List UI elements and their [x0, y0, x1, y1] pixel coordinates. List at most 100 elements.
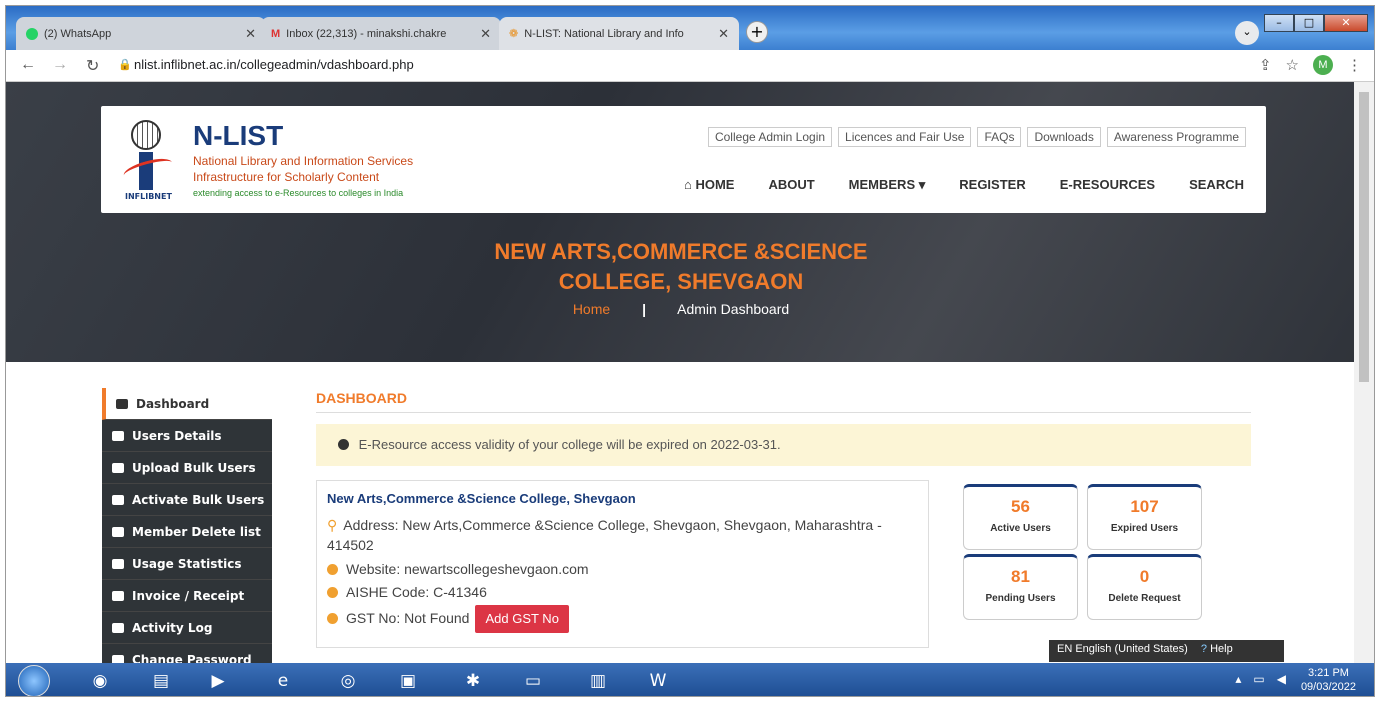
- tab-search-icon[interactable]: ⌄: [1235, 21, 1259, 45]
- chrome-icon[interactable]: ◎: [326, 666, 370, 696]
- nlist-icon: ❁: [509, 28, 519, 40]
- back-icon[interactable]: ←: [20, 56, 36, 74]
- maximize-button[interactable]: □: [1294, 14, 1324, 32]
- sidebar-item-dashboard[interactable]: Dashboard: [102, 388, 272, 420]
- share-icon[interactable]: ⇪: [1259, 56, 1272, 74]
- inflibnet-logo[interactable]: INFLIBNET: [125, 192, 172, 201]
- forward-icon[interactable]: →: [52, 56, 68, 74]
- website-row: Website: newartscollegeshevgaon.com: [327, 559, 917, 579]
- sidebar-item-usage-statistics[interactable]: Usage Statistics: [102, 548, 272, 580]
- brand-title[interactable]: N-LIST: [193, 120, 283, 152]
- url-field[interactable]: nlist.inflibnet.ac.in/collegeadmin/vdash…: [134, 57, 414, 72]
- breadcrumb-current: Admin Dashboard: [677, 301, 790, 317]
- sidebar-item-invoice-receipt[interactable]: Invoice / Receipt: [102, 580, 272, 612]
- close-window-button[interactable]: ✕: [1324, 14, 1368, 32]
- system-tray: ▴ ▭ ◀: [1235, 672, 1286, 686]
- system-clock[interactable]: 3:21 PM 09/03/2022: [1301, 666, 1356, 694]
- gmail-icon: M: [271, 27, 281, 40]
- tab-nlist[interactable]: ❁ N-LIST: National Library and Info ✕: [499, 17, 739, 50]
- exclamation-icon: [338, 439, 349, 450]
- home-icon: ⌂: [683, 177, 696, 192]
- sidebar-item-upload-bulk-users[interactable]: Upload Bulk Users: [102, 452, 272, 484]
- question-icon: [327, 613, 338, 624]
- word-icon[interactable]: W: [636, 666, 680, 696]
- page-content: INFLIBNET N-LIST National Library and In…: [6, 82, 1356, 663]
- sidebar-item-member-delete-list[interactable]: Member Delete list: [102, 516, 272, 548]
- menu-e-resources[interactable]: E-RESOURCES: [1060, 177, 1155, 193]
- tab-gmail[interactable]: M Inbox (22,313) - minakshi.chakre ✕: [261, 17, 501, 50]
- add-gst-button[interactable]: Add GST No: [475, 605, 569, 633]
- address-bar: ← → ↻ 🔒 nlist.inflibnet.ac.in/collegeadm…: [6, 50, 1374, 82]
- link-awareness[interactable]: Awareness Programme: [1106, 127, 1246, 147]
- link-licences[interactable]: Licences and Fair Use: [838, 127, 972, 147]
- close-tab-icon[interactable]: ✕: [245, 26, 256, 42]
- volume-icon[interactable]: ◀: [1277, 672, 1286, 686]
- taskbar: ◉ ▤ ▶ e ◎ ▣ ✱ ▭ ▥ W ▴ ▭ ◀ 3:21 PM 09/03/…: [6, 663, 1374, 696]
- menu-search[interactable]: SEARCH: [1189, 177, 1244, 193]
- menu-about[interactable]: ABOUT: [768, 177, 814, 193]
- tab-whatsapp[interactable]: (2) WhatsApp ✕: [16, 17, 266, 50]
- info-icon: [327, 587, 338, 598]
- sidebar-item-activate-bulk-users[interactable]: Activate Bulk Users: [102, 484, 272, 516]
- admin-sidebar: Dashboard Users Details Upload Bulk User…: [102, 388, 272, 663]
- network-computer-icon[interactable]: ▥: [576, 666, 620, 696]
- globe-icon: [327, 564, 338, 575]
- app-v-icon[interactable]: ▣: [386, 666, 430, 696]
- ie-icon[interactable]: e: [261, 666, 305, 696]
- college-info-card: New Arts,Commerce &Science College, Shev…: [316, 480, 929, 648]
- paint-icon[interactable]: ✱: [451, 666, 495, 696]
- menu-members[interactable]: MEMBERS ▾: [849, 177, 926, 193]
- start-button[interactable]: [18, 665, 50, 696]
- stat-expired-users[interactable]: 107 Expired Users: [1087, 484, 1202, 550]
- scrollbar-thumb[interactable]: [1359, 92, 1369, 382]
- network-icon[interactable]: ▭: [1253, 672, 1264, 686]
- menu-register[interactable]: REGISTER: [959, 177, 1025, 193]
- college-name: New Arts,Commerce &Science College, Shev…: [327, 491, 636, 506]
- globe-logo-icon: [131, 120, 161, 150]
- whatsapp-icon: [26, 27, 38, 40]
- divider: [316, 412, 1251, 413]
- sidebar-item-users-details[interactable]: Users Details: [102, 420, 272, 452]
- firefox-icon[interactable]: ◉: [78, 666, 122, 696]
- kebab-menu-icon[interactable]: ⋮: [1347, 56, 1362, 74]
- bar-chart-icon: [112, 558, 124, 569]
- display-icon[interactable]: ▭: [511, 666, 555, 696]
- caret-down-icon: ▾: [915, 177, 926, 192]
- star-icon[interactable]: ☆: [1286, 56, 1299, 74]
- tray-arrow-icon[interactable]: ▴: [1235, 672, 1241, 686]
- lock-icon[interactable]: 🔒: [118, 58, 132, 71]
- menu-home[interactable]: ⌂ HOME: [684, 177, 734, 193]
- page-scrollbar[interactable]: [1354, 82, 1374, 663]
- breadcrumb-home[interactable]: Home: [573, 301, 610, 317]
- profile-avatar[interactable]: M: [1313, 55, 1333, 75]
- link-faqs[interactable]: FAQs: [977, 127, 1022, 147]
- dashboard-icon: [116, 398, 128, 409]
- browser-window: (2) WhatsApp ✕ M Inbox (22,313) - minaks…: [5, 5, 1375, 697]
- window-controls: – □ ✕: [1264, 14, 1368, 32]
- reload-icon[interactable]: ↻: [86, 56, 99, 76]
- upload-users-icon: [112, 462, 124, 473]
- site-header: INFLIBNET N-LIST National Library and In…: [101, 106, 1266, 213]
- sidebar-item-activity-log[interactable]: Activity Log: [102, 612, 272, 644]
- breadcrumb: Home | Admin Dashboard: [6, 301, 1356, 317]
- link-downloads[interactable]: Downloads: [1027, 127, 1101, 147]
- minimize-button[interactable]: –: [1264, 14, 1294, 32]
- map-marker-icon: ⚲: [327, 517, 338, 533]
- sidebar-item-change-password[interactable]: Change Password: [102, 644, 272, 663]
- stat-pending-users[interactable]: 81 Pending Users: [963, 554, 1078, 620]
- link-college-admin-login[interactable]: College Admin Login: [707, 127, 833, 147]
- close-tab-icon[interactable]: ✕: [480, 26, 491, 42]
- close-tab-icon[interactable]: ✕: [718, 26, 729, 42]
- print-icon: [112, 590, 124, 601]
- address-row: ⚲ Address: New Arts,Commerce &Science Col…: [327, 517, 882, 553]
- language-bar[interactable]: EN English (United States) ? Help: [1049, 640, 1284, 662]
- breadcrumb-separator: |: [642, 301, 646, 317]
- main-menu: ⌂ HOME ABOUT MEMBERS ▾ REGISTER E-RESOUR…: [684, 177, 1244, 193]
- users-icon: [112, 430, 124, 441]
- brand-subtitle-1: National Library and Information Service…: [193, 154, 414, 168]
- stat-active-users[interactable]: 56 Active Users: [963, 484, 1078, 550]
- media-player-icon[interactable]: ▶: [196, 666, 240, 696]
- stat-delete-request[interactable]: 0 Delete Request: [1087, 554, 1202, 620]
- new-tab-button[interactable]: +: [746, 21, 768, 43]
- folder-icon[interactable]: ▤: [139, 666, 183, 696]
